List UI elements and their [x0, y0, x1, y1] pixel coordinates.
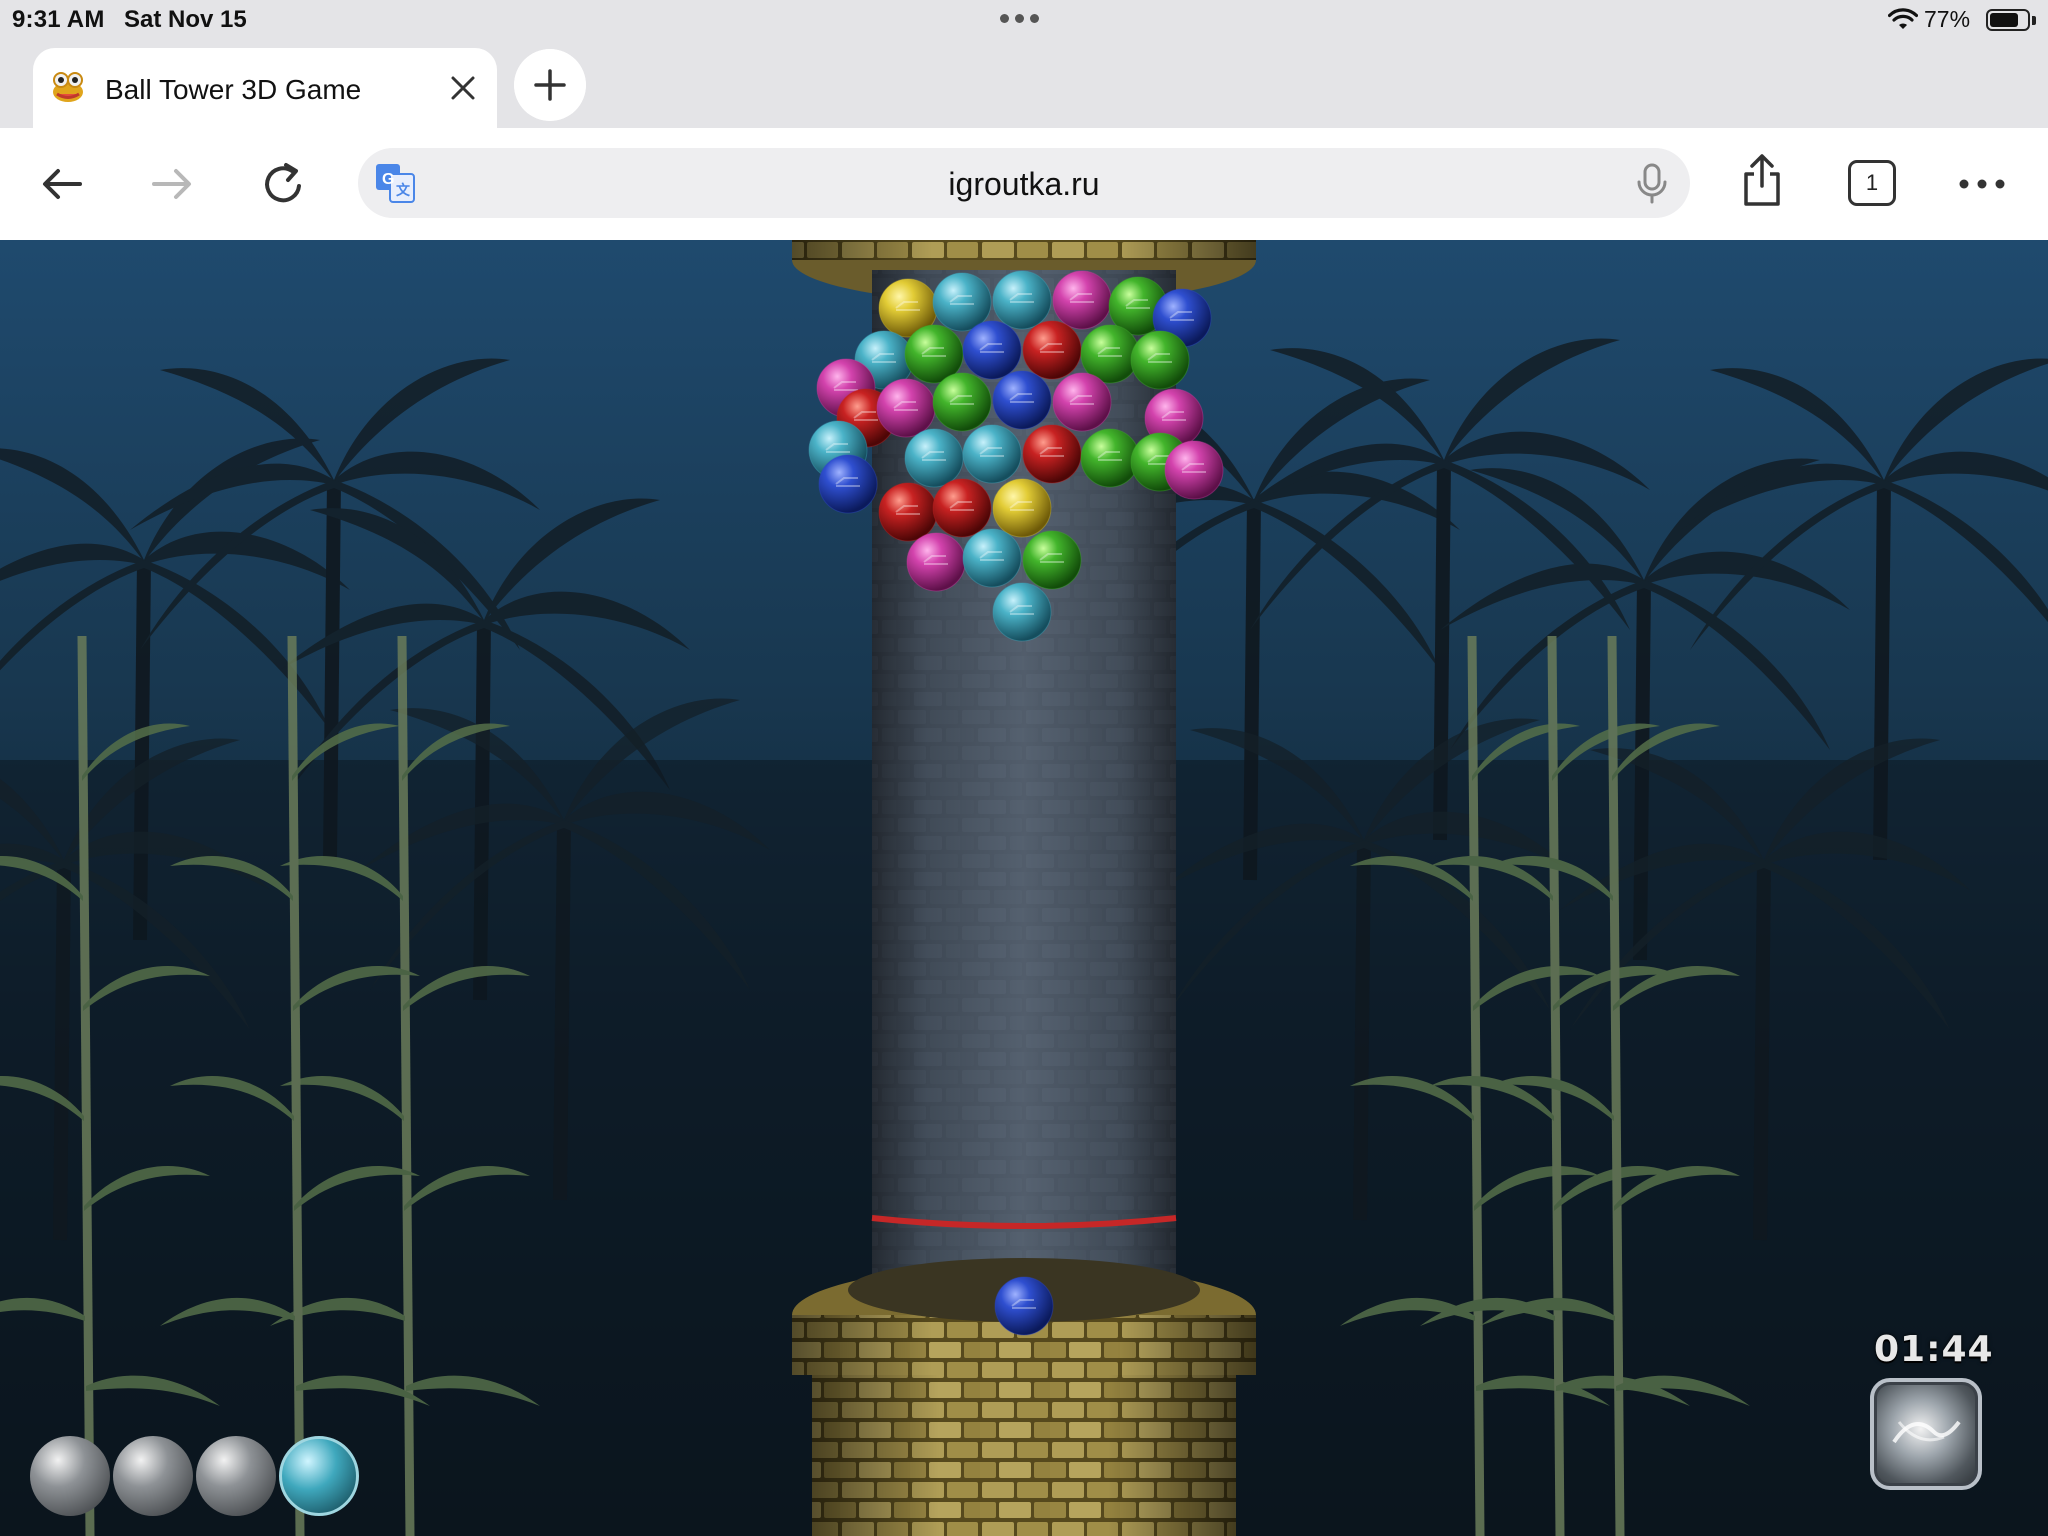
tower-ball	[992, 478, 1052, 538]
more-icon[interactable]	[1954, 156, 2010, 212]
game-scene	[0, 240, 2048, 1536]
forward-icon[interactable]	[144, 156, 200, 212]
tabs-button[interactable]: 1	[1848, 160, 1896, 206]
browser-toolbar: G 文 igroutka.ru 1	[0, 128, 2048, 241]
tower-ball	[992, 582, 1052, 642]
next-ball-1	[30, 1436, 110, 1516]
tower-ball	[876, 378, 936, 438]
more-dots-icon[interactable]	[1000, 10, 1048, 23]
tower-ball	[1052, 372, 1112, 432]
tower-ball	[992, 370, 1052, 430]
frog-favicon-icon	[53, 72, 83, 102]
tab-strip: Ball Tower 3D Game	[0, 40, 2048, 128]
next-ball-4	[279, 1436, 359, 1516]
status-date: Sat Nov 15	[124, 6, 247, 33]
wifi-icon	[1888, 8, 1918, 29]
game-canvas[interactable]: 01:44	[0, 240, 2048, 1536]
share-icon[interactable]	[1734, 152, 1790, 208]
close-tab-icon[interactable]	[443, 68, 483, 108]
tower-ball	[818, 454, 878, 514]
tower-ball	[1022, 424, 1082, 484]
tower-ball	[904, 428, 964, 488]
tower-ball	[1022, 530, 1082, 590]
tab-active[interactable]: Ball Tower 3D Game	[33, 48, 497, 128]
tower-ball	[992, 270, 1052, 330]
tower-ball	[932, 372, 992, 432]
next-ball-3	[196, 1436, 276, 1516]
tower-ball	[962, 424, 1022, 484]
tab-title: Ball Tower 3D Game	[105, 74, 362, 105]
reload-icon[interactable]	[256, 156, 312, 212]
new-tab-button[interactable]	[514, 49, 586, 121]
powerup-button[interactable]	[1870, 1378, 1982, 1490]
tower-ball	[878, 482, 938, 542]
battery-percentage: 77%	[1924, 6, 1971, 32]
tower-ball	[932, 478, 992, 538]
mic-icon[interactable]	[1634, 162, 1670, 206]
tower-ball	[962, 528, 1022, 588]
tower-ball	[1052, 270, 1112, 330]
shooter-ball	[994, 1276, 1054, 1336]
battery-icon	[1986, 9, 2030, 31]
tower-ball	[1080, 428, 1140, 488]
status-bar: 9:31 AM Sat Nov 15 77%	[0, 0, 2048, 40]
address-bar[interactable]: G 文 igroutka.ru	[358, 148, 1690, 218]
tower-ball	[906, 532, 966, 592]
tower-ball	[1022, 320, 1082, 380]
tower-ball	[1130, 330, 1190, 390]
next-ball-2	[113, 1436, 193, 1516]
tower-ball	[962, 320, 1022, 380]
back-icon[interactable]	[34, 156, 90, 212]
status-time: 9:31 AM	[12, 6, 105, 33]
url-text: igroutka.ru	[948, 166, 1100, 202]
tower-ball	[1164, 440, 1224, 500]
lightning-orb-icon	[1892, 1420, 1961, 1444]
battery-cap	[2032, 16, 2036, 25]
timer: 01:44	[1874, 1329, 1994, 1370]
